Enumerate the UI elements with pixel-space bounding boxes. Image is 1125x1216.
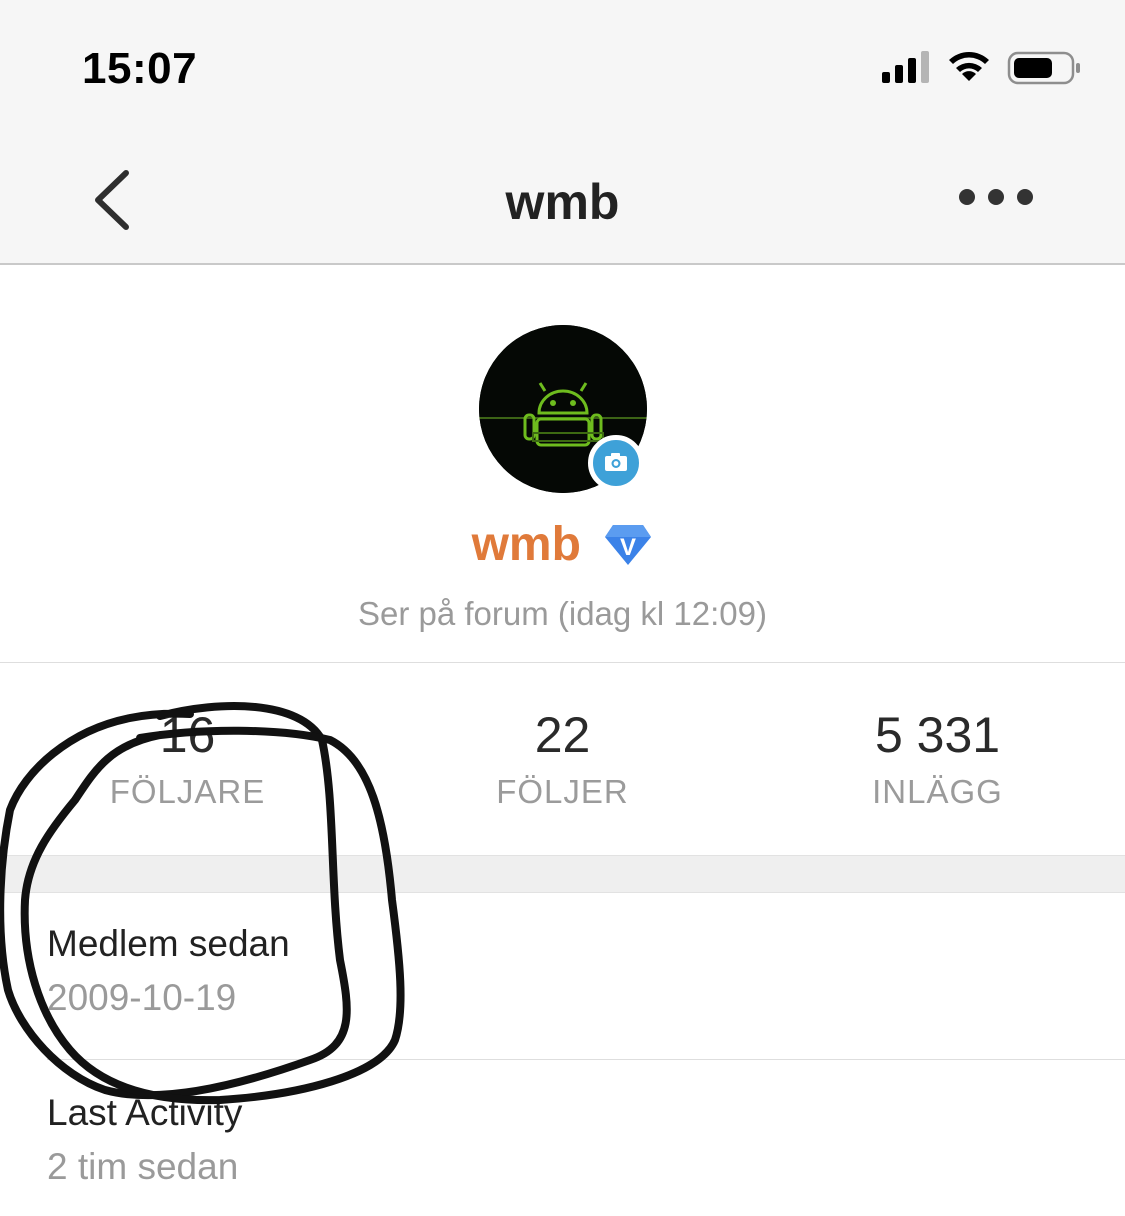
wifi-icon (949, 52, 989, 81)
stats-row: 16 FÖLJARE 22 FÖLJER 5 331 INLÄGG (0, 663, 1125, 855)
status-bar: 15:07 (0, 0, 1125, 135)
stat-value: 22 (534, 707, 591, 763)
stat-followers[interactable]: 16 FÖLJARE (0, 705, 375, 811)
profile-header: wmb V Ser på forum (idag kl 12:09) (0, 267, 1125, 662)
diamond-icon: V (605, 524, 652, 565)
stat-label: FÖLJARE (109, 773, 266, 810)
camera-icon (605, 453, 627, 471)
info-label: Last Activity (47, 1092, 243, 1133)
stat-label: INLÄGG (872, 773, 1003, 810)
more-horizontal-icon (959, 189, 1033, 205)
stat-value: 16 (159, 707, 216, 763)
vip-badge-letter: V (620, 534, 636, 561)
member-since-row: Medlem sedan 2009-10-19 (47, 923, 290, 1019)
vip-badge: V (603, 523, 653, 567)
stat-label: FÖLJER (496, 773, 629, 810)
presence-status: Ser på forum (idag kl 12:09) (357, 595, 768, 632)
username: wmb (471, 518, 581, 571)
stat-value: 5 331 (874, 707, 1001, 763)
stat-following[interactable]: 22 FÖLJER (375, 705, 750, 811)
change-photo-button[interactable] (588, 435, 644, 491)
signal-icon (882, 51, 929, 83)
more-options-button[interactable] (955, 185, 1037, 209)
battery-icon (1007, 51, 1080, 85)
info-value: 2009-10-19 (47, 977, 237, 1018)
info-label: Medlem sedan (47, 923, 290, 964)
section-separator (0, 855, 1125, 893)
stat-posts[interactable]: 5 331 INLÄGG (750, 705, 1125, 811)
info-value: 2 tim sedan (47, 1146, 239, 1187)
navigation-bar: wmb (0, 135, 1125, 265)
status-icons (880, 48, 1085, 93)
last-activity-row: Last Activity 2 tim sedan (47, 1092, 242, 1188)
status-time: 15:07 (82, 44, 198, 93)
divider (47, 1059, 1125, 1060)
username-row: wmb V (0, 517, 1125, 572)
